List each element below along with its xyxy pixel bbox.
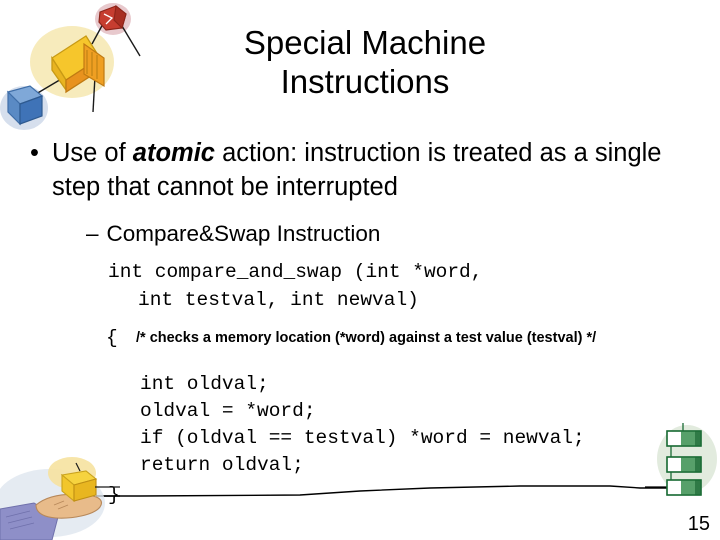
hand-holding-box-clipart — [0, 457, 120, 540]
page-number: 15 — [687, 513, 710, 535]
bullet-list: • Use of atomic action: instruction is t… — [30, 136, 702, 204]
code-body-line-2: oldval = *word; — [140, 400, 316, 422]
bullet-item: • Use of atomic action: instruction is t… — [30, 136, 702, 204]
green-boxes-stack-clipart — [645, 423, 717, 496]
code-comment: /* checks a memory location (*word) agai… — [136, 330, 597, 346]
bullet-text-before: Use of — [52, 139, 133, 167]
sub-bullet-label: Compare&Swap Instruction — [106, 221, 381, 246]
sub-bullet-dash-icon: – — [86, 221, 99, 246]
code-signature-line-1: int compare_and_swap (int *word, — [108, 261, 483, 283]
code-body-line-4: return oldval; — [140, 454, 304, 476]
page-title: Special Machine Instructions — [243, 24, 487, 100]
bullet-marker-icon: • — [30, 139, 39, 167]
code-body-line-3: if (oldval == testval) *word = newval; — [140, 427, 585, 449]
bullet-emphasis: atomic — [132, 139, 215, 167]
boxes-network-clipart — [0, 3, 141, 130]
sub-bullet-item: – Compare&Swap Instruction — [86, 220, 380, 247]
bullet-text: Use of atomic action: instruction is tre… — [52, 136, 702, 204]
code-body-line-1: int oldval; — [140, 373, 269, 395]
slide: Special Machine Instructions • Use of at… — [0, 0, 720, 540]
code-signature-line-2: int testval, int newval) — [138, 289, 419, 311]
code-close-brace: } — [108, 484, 120, 506]
code-open-brace: { — [106, 327, 118, 349]
